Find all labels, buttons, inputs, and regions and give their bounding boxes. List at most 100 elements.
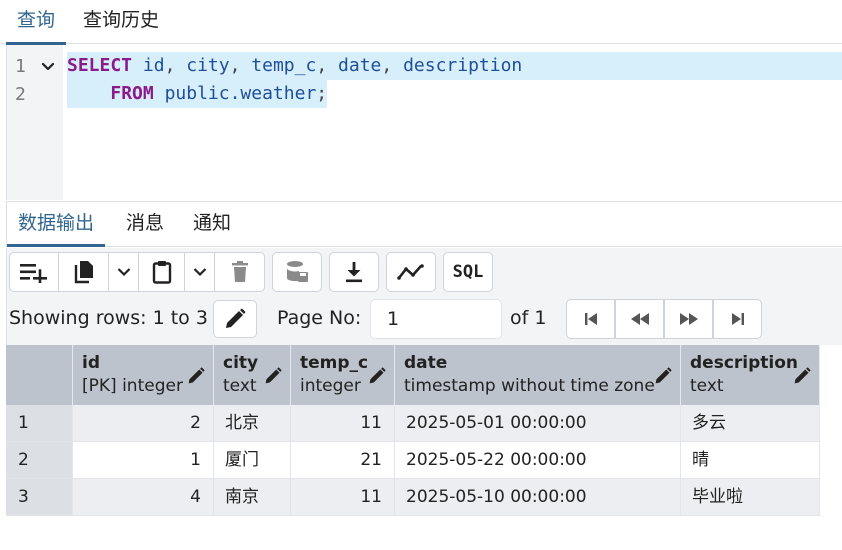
- chevron-down-icon: [117, 268, 130, 277]
- cell-temp-c[interactable]: 21: [291, 442, 395, 479]
- column-header-temp-c[interactable]: temp_c integer: [291, 345, 395, 405]
- skip-first-icon: [584, 313, 597, 325]
- row-number[interactable]: 1: [6, 405, 73, 442]
- row-number-header[interactable]: [6, 345, 73, 405]
- edit-column-pencil-icon[interactable]: [654, 367, 672, 389]
- rewind-icon: [630, 313, 649, 325]
- cell-id[interactable]: 4: [73, 479, 214, 516]
- results-toolbar: SQL Showing rows: 1 to 3 Page No: 1 of 1: [6, 248, 842, 345]
- column-header-city[interactable]: city text: [214, 345, 291, 405]
- tab-query[interactable]: 查询: [6, 0, 67, 45]
- delete-row-button[interactable]: [215, 252, 265, 292]
- column-type: [PK] integer: [82, 376, 183, 396]
- editor-gutter: 1 2: [7, 45, 63, 200]
- edit-column-pencil-icon[interactable]: [793, 367, 811, 389]
- cell-date[interactable]: 2025-05-22 00:00:00: [395, 442, 681, 479]
- paste-options-dropdown[interactable]: [185, 252, 215, 292]
- graph-visualiser-button[interactable]: [386, 252, 436, 292]
- pencil-icon: [226, 308, 246, 328]
- column-type: text: [690, 376, 724, 396]
- download-icon: [346, 262, 362, 283]
- tab-data-output-label: 数据输出: [18, 212, 95, 234]
- cell-date[interactable]: 2025-05-10 00:00:00: [395, 479, 681, 516]
- sql-keyword: SELECT: [67, 55, 133, 76]
- skip-last-icon: [731, 313, 744, 325]
- sql-identifier: city: [186, 55, 230, 76]
- cell-description[interactable]: 毕业啦: [681, 479, 820, 516]
- chevron-down-icon: [193, 268, 206, 277]
- cell-description[interactable]: 晴: [681, 442, 820, 479]
- paste-button[interactable]: [139, 252, 185, 292]
- column-name: temp_c: [300, 353, 369, 373]
- tab-messages[interactable]: 消息: [126, 202, 164, 246]
- view-sql-button[interactable]: SQL: [443, 252, 493, 292]
- edit-row-range-button[interactable]: [213, 300, 257, 338]
- trash-icon: [231, 261, 248, 282]
- sql-button-label: SQL: [452, 262, 484, 282]
- first-page-button[interactable]: [566, 299, 615, 339]
- tab-notifications[interactable]: 通知: [193, 202, 231, 246]
- sql-identifier: temp_c: [251, 55, 317, 76]
- add-row-icon: [20, 264, 47, 283]
- page-count-label: of 1: [510, 307, 547, 329]
- column-name: city: [223, 353, 259, 373]
- fast-forward-icon: [679, 313, 698, 325]
- cell-date[interactable]: 2025-05-01 00:00:00: [395, 405, 681, 442]
- cell-city[interactable]: 北京: [214, 405, 291, 442]
- next-page-button[interactable]: [664, 299, 713, 339]
- tab-notifications-label: 通知: [193, 212, 232, 234]
- sql-editor[interactable]: 1 2 SELECT id, city, temp_c, date, descr…: [6, 45, 842, 200]
- column-type: text: [223, 376, 257, 396]
- code-line-1[interactable]: SELECT id, city, temp_c, date, descripti…: [67, 52, 842, 80]
- sql-identifier: public.weather: [164, 83, 317, 104]
- copy-options-dropdown[interactable]: [109, 252, 139, 292]
- column-name: id: [82, 353, 100, 373]
- last-page-button[interactable]: [713, 299, 762, 339]
- page-number-input[interactable]: 1: [370, 299, 502, 339]
- column-name: date: [404, 353, 448, 373]
- cell-id[interactable]: 1: [73, 442, 214, 479]
- tab-query-history[interactable]: 查询历史: [83, 0, 159, 44]
- column-header-description[interactable]: description text: [681, 345, 820, 405]
- clipboard-icon: [152, 261, 171, 284]
- sql-keyword: FROM: [110, 83, 154, 104]
- showing-rows-label: Showing rows: 1 to 3: [9, 307, 208, 329]
- add-row-button[interactable]: [9, 252, 59, 292]
- row-number[interactable]: 2: [6, 442, 73, 479]
- edit-column-pencil-icon[interactable]: [264, 367, 282, 389]
- edit-column-pencil-icon[interactable]: [368, 367, 386, 389]
- cell-id[interactable]: 2: [73, 405, 214, 442]
- fold-chevron-icon[interactable]: [41, 59, 55, 73]
- tab-query-history-label: 查询历史: [83, 9, 160, 31]
- save-data-button[interactable]: [272, 252, 322, 292]
- edit-column-pencil-icon[interactable]: [187, 367, 205, 389]
- copy-icon: [74, 261, 93, 284]
- column-header-date[interactable]: date timestamp without time zone: [395, 345, 681, 405]
- cell-temp-c[interactable]: 11: [291, 479, 395, 516]
- download-button[interactable]: [329, 252, 379, 292]
- sql-identifier: id: [142, 55, 165, 76]
- previous-page-button[interactable]: [615, 299, 664, 339]
- cell-city[interactable]: 厦门: [214, 442, 291, 479]
- column-type: timestamp without time zone: [404, 376, 655, 396]
- tab-messages-label: 消息: [126, 212, 165, 234]
- line-number: 2: [15, 84, 26, 105]
- copy-button[interactable]: [59, 252, 109, 292]
- line-chart-icon: [397, 264, 424, 280]
- tab-query-label: 查询: [17, 9, 56, 31]
- active-tab-indicator: [7, 244, 106, 247]
- cell-city[interactable]: 南京: [214, 479, 291, 516]
- database-save-icon: [287, 261, 308, 282]
- editor-tab-bar: 查询 查询历史: [0, 0, 842, 45]
- result-tab-bar: 数据输出 消息 通知: [6, 201, 842, 247]
- column-header-id[interactable]: id [PK] integer: [73, 345, 214, 405]
- cell-description[interactable]: 多云: [681, 405, 820, 442]
- tab-data-output[interactable]: 数据输出: [7, 202, 106, 247]
- page-number-label: Page No:: [277, 307, 362, 329]
- code-line-2[interactable]: FROM public.weather;: [67, 80, 328, 108]
- cell-temp-c[interactable]: 11: [291, 405, 395, 442]
- column-name: description: [690, 353, 799, 373]
- line-number: 1: [15, 56, 26, 77]
- row-number[interactable]: 3: [6, 479, 73, 516]
- column-type: integer: [300, 376, 361, 396]
